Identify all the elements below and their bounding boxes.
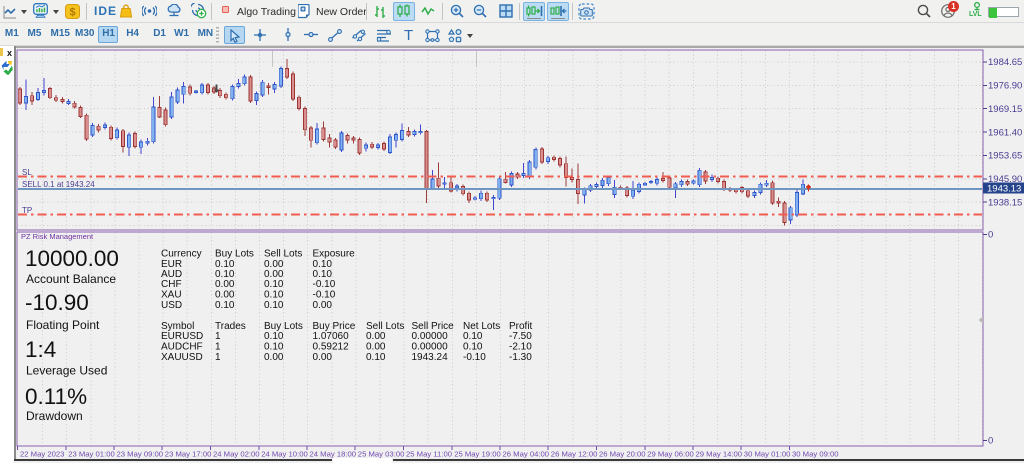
svg-text:1976.90: 1976.90 <box>988 81 1022 92</box>
svg-text:Floating Point: Floating Point <box>26 318 100 332</box>
svg-text:1943.13: 1943.13 <box>987 183 1021 194</box>
svg-text:1943.24: 1943.24 <box>412 352 449 363</box>
svg-text:1: 1 <box>215 352 221 363</box>
svg-text:25 May 19:00: 25 May 19:00 <box>454 450 501 459</box>
svg-text:0.00: 0.00 <box>264 352 284 363</box>
svg-text:23 May 01:00: 23 May 01:00 <box>68 450 115 459</box>
svg-text:0.11%: 0.11% <box>25 384 87 409</box>
svg-text:0.10: 0.10 <box>215 300 235 311</box>
svg-text:26 May 20:00: 26 May 20:00 <box>599 450 646 459</box>
svg-text:USD: USD <box>161 300 182 311</box>
svg-text:26 May 04:00: 26 May 04:00 <box>503 450 550 459</box>
svg-text:0: 0 <box>988 436 993 447</box>
svg-text:0.00: 0.00 <box>313 300 333 311</box>
svg-text:24 May 10:00: 24 May 10:00 <box>261 450 308 459</box>
svg-text:30 May 09:00: 30 May 09:00 <box>792 450 839 459</box>
svg-text:30 May 01:00: 30 May 01:00 <box>744 450 791 459</box>
svg-text:Account Balance: Account Balance <box>26 272 116 286</box>
svg-text:0.00: 0.00 <box>313 352 333 363</box>
svg-text:29 May 14:00: 29 May 14:00 <box>696 450 743 459</box>
svg-text:29 May 06:00: 29 May 06:00 <box>647 450 694 459</box>
svg-text:$: $ <box>69 7 75 19</box>
svg-text:SL: SL <box>22 168 32 177</box>
svg-text:Drawdown: Drawdown <box>26 409 83 423</box>
svg-text:0: 0 <box>988 230 993 241</box>
svg-text:-1.30: -1.30 <box>509 352 532 363</box>
svg-text:PZ Risk Management: PZ Risk Management <box>21 232 94 241</box>
svg-text:1961.40: 1961.40 <box>988 127 1022 138</box>
svg-text:x: x <box>7 48 12 58</box>
svg-text:22 May 2023: 22 May 2023 <box>20 450 64 459</box>
svg-text:1938.15: 1938.15 <box>988 197 1022 208</box>
svg-text:TP: TP <box>22 206 32 215</box>
svg-text:10000.00: 10000.00 <box>25 246 119 271</box>
svg-text:-10.90: -10.90 <box>25 290 89 315</box>
svg-text:26 May 12:00: 26 May 12:00 <box>551 450 598 459</box>
svg-text:1953.65: 1953.65 <box>988 151 1022 162</box>
svg-text:24 May 18:00: 24 May 18:00 <box>310 450 357 459</box>
svg-text:1969.15: 1969.15 <box>988 104 1022 115</box>
svg-text:XAUUSD: XAUUSD <box>161 352 203 363</box>
svg-text:0.10: 0.10 <box>366 352 386 363</box>
svg-text:23 May 09:00: 23 May 09:00 <box>117 450 164 459</box>
svg-text:Leverage Used: Leverage Used <box>26 364 107 378</box>
svg-text:1984.65: 1984.65 <box>988 57 1022 68</box>
svg-text:1:4: 1:4 <box>25 337 56 362</box>
svg-text:23 May 17:00: 23 May 17:00 <box>165 450 212 459</box>
svg-text:-0.10: -0.10 <box>463 352 486 363</box>
svg-text:0.10: 0.10 <box>264 300 284 311</box>
svg-text:25 May 03:00: 25 May 03:00 <box>358 450 405 459</box>
svg-text:SELL 0.1 at 1943.24: SELL 0.1 at 1943.24 <box>22 180 95 189</box>
svg-text:25 May 11:00: 25 May 11:00 <box>406 450 452 459</box>
svg-text:24 May 02:00: 24 May 02:00 <box>213 450 260 459</box>
